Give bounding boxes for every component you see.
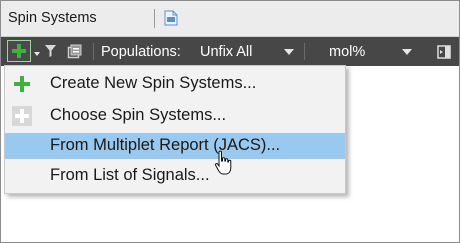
toolbar-separator: [304, 43, 305, 60]
units-dropdown[interactable]: mol%: [329, 37, 424, 66]
chevron-down-icon: [402, 49, 412, 55]
plus-icon: [12, 106, 32, 126]
menu-item-from-list-of-signals[interactable]: From List of Signals...: [5, 163, 345, 189]
plus-icon: [14, 76, 30, 92]
add-dropdown-caret-icon[interactable]: [34, 52, 40, 56]
add-spin-system-button[interactable]: [7, 40, 31, 62]
hand-cursor-icon: [214, 150, 232, 175]
populations-dropdown[interactable]: Unfix All: [200, 37, 300, 66]
menu-item-from-multiplet-report[interactable]: From Multiplet Report (JACS)...: [5, 133, 345, 159]
panel-titlebar: Spin Systems: [1, 1, 459, 37]
toolbar-separator: [93, 43, 94, 60]
menu-item-choose[interactable]: Choose Spin Systems...: [5, 103, 345, 129]
filter-icon[interactable]: [44, 44, 57, 58]
populations-label: Populations:: [101, 43, 181, 60]
plus-icon: [12, 44, 26, 58]
panel-title: Spin Systems: [8, 10, 97, 26]
populations-dropdown-value: Unfix All: [200, 43, 253, 60]
document-icon[interactable]: [164, 10, 178, 26]
units-dropdown-value: mol%: [329, 43, 366, 60]
menu-item-create-new[interactable]: Create New Spin Systems...: [5, 71, 345, 97]
chevron-down-icon: [284, 49, 294, 55]
export-icon[interactable]: [437, 45, 451, 59]
title-separator: [154, 9, 155, 28]
add-spin-systems-menu: Create New Spin Systems... Choose Spin S…: [4, 65, 346, 194]
clipboard-icon[interactable]: [67, 44, 82, 59]
spin-systems-toolbar: Populations: Unfix All mol%: [1, 37, 459, 66]
